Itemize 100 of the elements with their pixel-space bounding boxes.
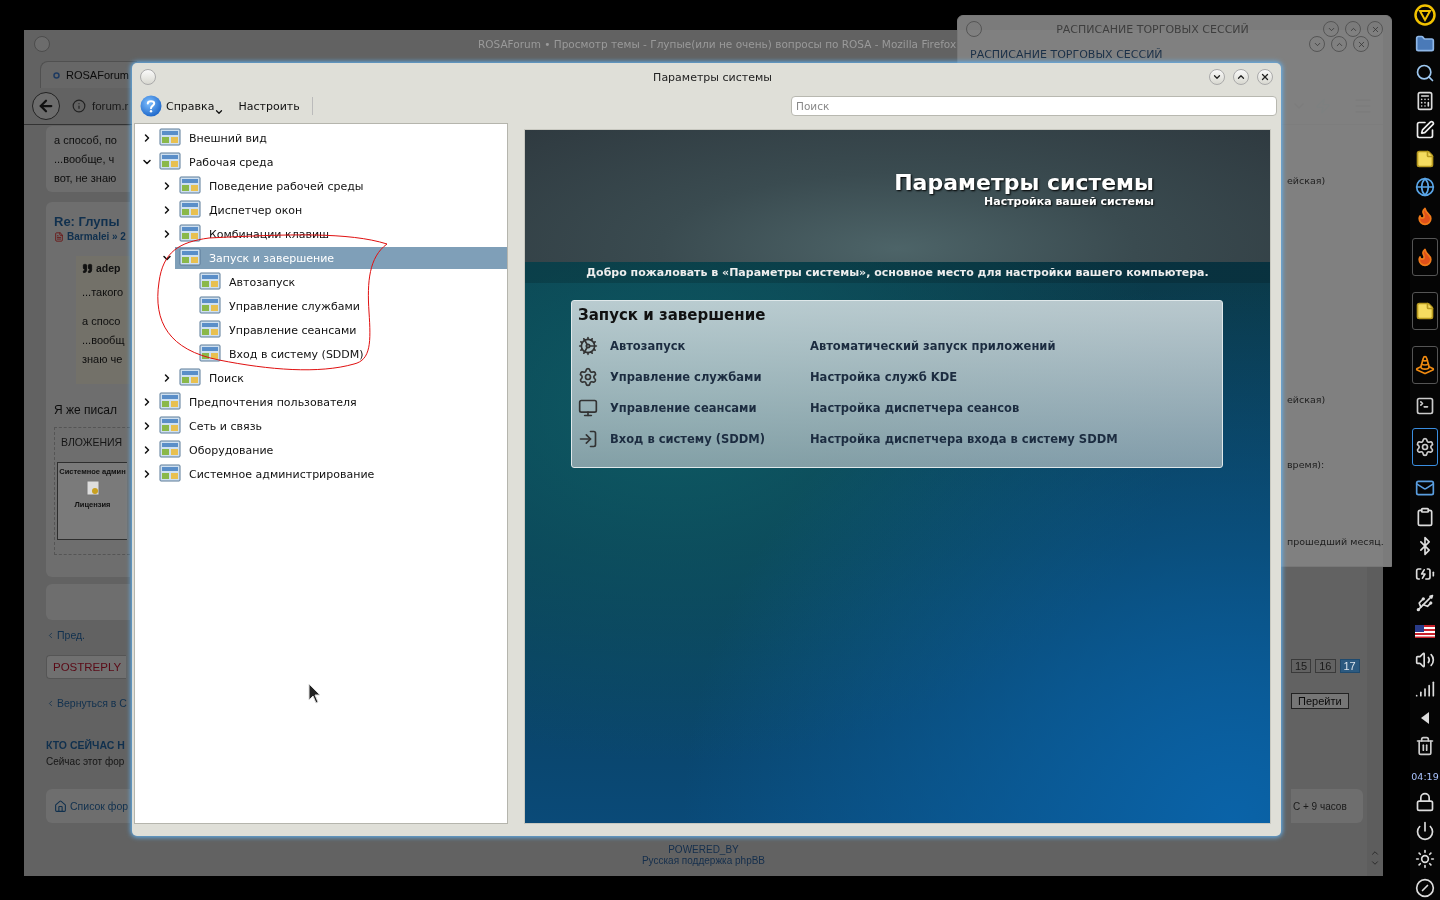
close-icon [1260, 72, 1270, 82]
lock-icon[interactable] [1415, 791, 1435, 812]
browser-tab[interactable]: ROSAForum [40, 61, 137, 88]
module-icon [159, 416, 181, 436]
quote-text: ...вообщ [82, 333, 125, 348]
maximize-button[interactable] [1233, 69, 1249, 85]
help-icon [140, 95, 162, 117]
flag-icon[interactable] [1415, 625, 1435, 639]
search-icon[interactable] [1415, 62, 1435, 83]
post-text: вот, не знаю [54, 171, 117, 186]
gears-icon[interactable] [578, 335, 598, 356]
close-icon [1370, 24, 1380, 34]
module-icon [159, 152, 181, 172]
module-icon [179, 224, 201, 244]
schedule-text: ейская) [1287, 175, 1326, 186]
section-heading: КТО СЕЙЧАС Н [46, 739, 125, 751]
usb-icon[interactable] [1415, 593, 1435, 613]
close-button[interactable] [1257, 69, 1273, 85]
module-name[interactable]: Управление сеансами [610, 400, 810, 415]
quote-text: ...такого [82, 285, 124, 300]
tree-item[interactable]: Управление сеансами [195, 319, 507, 341]
folder-icon[interactable] [1415, 33, 1435, 54]
globe-icon[interactable] [1415, 177, 1435, 198]
logo-icon[interactable] [1414, 4, 1436, 27]
triangle-left-icon[interactable] [1420, 710, 1430, 725]
circle-slash-icon[interactable] [1415, 877, 1435, 898]
chevron-down-icon [1212, 72, 1222, 82]
minimize-button[interactable] [1209, 69, 1225, 85]
schedule-text: время): [1287, 459, 1325, 470]
tree-item[interactable]: Предпочтения пользователя [155, 391, 507, 413]
module-name[interactable]: Управление службами [610, 369, 810, 384]
brightness-icon[interactable] [1415, 849, 1435, 870]
clock-text: 04:19 [1411, 770, 1439, 782]
info-icon[interactable] [72, 99, 86, 113]
chevron-left-icon [46, 630, 55, 640]
module-name[interactable]: Автозапуск [610, 338, 810, 353]
timezone-text: С + 9 часов [1291, 789, 1363, 823]
schedule-text: ейская) [1287, 394, 1326, 405]
tree-item[interactable]: Оборудование [155, 439, 507, 461]
configure-button[interactable]: Настроить [236, 93, 302, 119]
search-field[interactable]: Поиск [791, 96, 1277, 116]
module-description: Автоматический запуск приложений [810, 338, 1056, 353]
module-icon [159, 392, 181, 412]
module-description: Настройка диспетчера входа в систему SDDM [810, 431, 1118, 446]
tree-item[interactable]: Внешний вид [155, 127, 507, 149]
chevron-up-icon [1236, 72, 1246, 82]
caret-icon [214, 107, 225, 117]
monitor-icon[interactable] [578, 397, 598, 418]
module-icon [179, 176, 201, 196]
trash-icon[interactable] [1415, 736, 1435, 757]
pen-icon[interactable] [1415, 119, 1435, 140]
module-icon [159, 128, 181, 148]
tree-item[interactable]: Рабочая среда [155, 151, 507, 173]
tree-item[interactable]: Поведение рабочей среды [175, 175, 507, 197]
clipboard-icon[interactable] [1415, 507, 1435, 528]
powered-by-text: POWERED_BY [668, 844, 739, 855]
flame-icon[interactable] [1415, 205, 1435, 226]
certificate-icon [85, 480, 100, 496]
tree-item[interactable]: Управление службами [195, 295, 507, 317]
sticky-note-icon[interactable] [1415, 300, 1435, 321]
volume-icon[interactable] [1415, 650, 1435, 671]
gear-icon[interactable] [578, 366, 598, 387]
tree-item[interactable]: Поиск [175, 367, 507, 389]
section-heading: РАСПИСАНИЕ ТОРГОВЫХ СЕССИЙ [969, 49, 1164, 61]
settings-icon[interactable] [1415, 437, 1435, 458]
go-button[interactable]: Перейти [1291, 693, 1349, 709]
flame-icon[interactable] [1415, 247, 1435, 268]
attachments-label: ВЛОЖЕНИЯ [61, 436, 123, 450]
sticky-note-icon[interactable] [1415, 148, 1435, 169]
mouse-cursor-icon [308, 683, 322, 705]
calculator-icon[interactable] [1415, 91, 1435, 112]
chevron-left-icon [46, 698, 55, 708]
circle-icon [53, 71, 60, 79]
traffic-cone-icon[interactable] [1415, 354, 1435, 375]
quote-author: adep [96, 262, 121, 274]
quote-text: знаю че [82, 352, 123, 367]
tree-item[interactable]: Вход в систему (SDDM) [195, 343, 507, 365]
tree-item[interactable]: Сеть и связь [155, 415, 507, 437]
window-title: Параметры системы [652, 70, 773, 84]
card-title: Запуск и завершение [578, 306, 767, 324]
page-link[interactable]: 17 [1339, 659, 1360, 673]
tree-item[interactable]: Системное администрирование [155, 463, 507, 485]
module-description: Настройка служб KDE [810, 369, 958, 384]
close-icon [1356, 39, 1366, 49]
power-icon[interactable] [1415, 820, 1435, 841]
module-icon [199, 344, 221, 364]
login-icon[interactable] [578, 428, 598, 449]
window-title: РАСПИСАНИЕ ТОРГОВЫХ СЕССИЙ [1055, 22, 1250, 36]
post-text: а способ, по [54, 133, 117, 148]
terminal-icon[interactable] [1415, 395, 1435, 416]
module-icon [159, 464, 181, 484]
post-text: Я же писал [54, 402, 117, 419]
tree-item[interactable]: Диспетчер окон [175, 199, 507, 221]
mail-icon[interactable] [1415, 478, 1435, 499]
home-icon [54, 799, 67, 813]
header-title: Параметры системы [894, 170, 1154, 195]
module-name[interactable]: Вход в систему (SDDM) [610, 431, 810, 446]
back-button[interactable] [32, 92, 60, 120]
tree-item[interactable]: Автозапуск [195, 271, 507, 293]
help-button[interactable]: Справка [138, 93, 227, 119]
